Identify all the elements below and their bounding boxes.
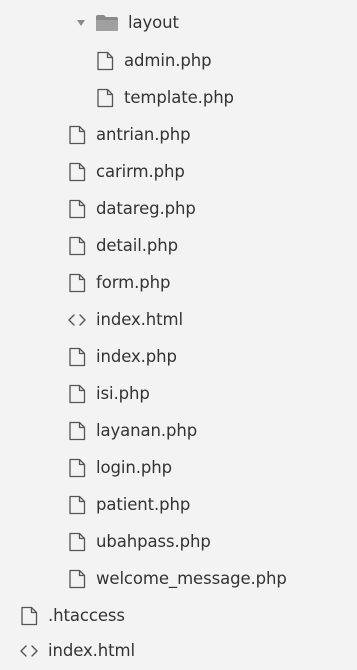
file-icon	[66, 494, 88, 516]
file-label: layanan.php	[96, 421, 198, 440]
file-label: detail.php	[96, 236, 179, 255]
file-icon	[66, 346, 88, 368]
file-item-login[interactable]: login.php	[66, 451, 172, 484]
file-item-isi[interactable]: isi.php	[66, 377, 150, 410]
file-item-root-index-html[interactable]: index.html	[18, 634, 135, 667]
file-label: login.php	[96, 458, 172, 477]
file-explorer-tree: layout admin.php template.php antrian.ph…	[0, 0, 357, 670]
file-label: isi.php	[96, 384, 150, 403]
file-item-index-html[interactable]: index.html	[66, 303, 183, 336]
code-icon	[18, 640, 40, 662]
file-label: patient.php	[96, 495, 191, 514]
file-icon	[18, 605, 40, 627]
file-label: form.php	[96, 273, 171, 292]
file-label: ubahpass.php	[96, 532, 211, 551]
file-item-ubahpass[interactable]: ubahpass.php	[66, 525, 211, 558]
file-label: index.html	[48, 641, 135, 660]
file-icon	[66, 272, 88, 294]
file-label: template.php	[124, 88, 234, 107]
file-label: admin.php	[124, 51, 212, 70]
file-item-form[interactable]: form.php	[66, 266, 170, 299]
file-item-template[interactable]: template.php	[94, 81, 234, 114]
code-icon	[66, 309, 88, 331]
file-icon	[94, 50, 116, 72]
file-icon	[94, 87, 116, 109]
file-label: welcome_message.php	[96, 569, 287, 588]
folder-icon	[94, 12, 120, 34]
file-item-antrian[interactable]: antrian.php	[66, 118, 191, 151]
folder-layout[interactable]: layout	[74, 6, 179, 39]
file-icon	[66, 531, 88, 553]
file-label: index.html	[96, 310, 183, 329]
file-icon	[66, 235, 88, 257]
file-label: carirm.php	[96, 162, 185, 181]
file-item-welcome-message[interactable]: welcome_message.php	[66, 562, 287, 595]
file-item-datareg[interactable]: datareg.php	[66, 192, 196, 225]
folder-label: layout	[128, 13, 179, 32]
file-item-htaccess[interactable]: .htaccess	[18, 599, 125, 632]
chevron-down-icon[interactable]	[74, 12, 88, 34]
file-item-carirm[interactable]: carirm.php	[66, 155, 185, 188]
file-item-index-php[interactable]: index.php	[66, 340, 177, 373]
file-item-detail[interactable]: detail.php	[66, 229, 178, 262]
file-label: antrian.php	[96, 125, 191, 144]
file-icon	[66, 198, 88, 220]
file-item-layanan[interactable]: layanan.php	[66, 414, 197, 447]
file-icon	[66, 124, 88, 146]
file-icon	[66, 457, 88, 479]
file-label: .htaccess	[48, 606, 125, 625]
file-item-admin[interactable]: admin.php	[94, 44, 212, 77]
file-label: datareg.php	[96, 199, 196, 218]
file-icon	[66, 420, 88, 442]
file-icon	[66, 383, 88, 405]
file-label: index.php	[96, 347, 177, 366]
file-item-patient[interactable]: patient.php	[66, 488, 190, 521]
file-icon	[66, 161, 88, 183]
file-icon	[66, 568, 88, 590]
